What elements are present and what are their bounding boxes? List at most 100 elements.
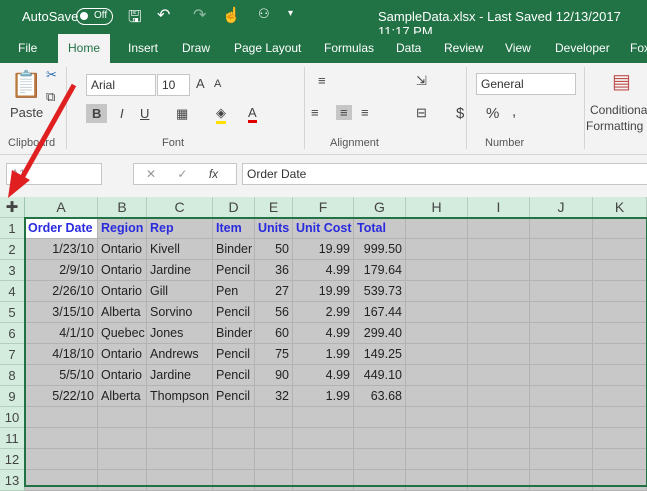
cell-H5[interactable] — [406, 302, 468, 323]
cell-J7[interactable] — [530, 344, 593, 365]
cell-A6[interactable]: 4/1/10 — [25, 323, 98, 344]
cell-H6[interactable] — [406, 323, 468, 344]
cell-C9[interactable]: Thompson — [147, 386, 213, 407]
cell-H12[interactable] — [406, 449, 468, 470]
cell-G10[interactable] — [354, 407, 406, 428]
cell-B1[interactable]: Region — [98, 218, 147, 239]
cell-E13[interactable] — [255, 470, 293, 491]
cell-G11[interactable] — [354, 428, 406, 449]
cell-F8[interactable]: 4.99 — [293, 365, 354, 386]
formula-input[interactable]: Order Date — [242, 163, 647, 185]
tab-view[interactable]: View — [505, 41, 531, 55]
align-top-icon[interactable]: ≡ — [318, 73, 326, 88]
tab-draw[interactable]: Draw — [182, 41, 210, 55]
cell-I2[interactable] — [468, 239, 530, 260]
row-header-9[interactable]: 9 — [0, 386, 25, 407]
cell-I13[interactable] — [468, 470, 530, 491]
cell-G7[interactable]: 149.25 — [354, 344, 406, 365]
cell-C2[interactable]: Kivell — [147, 239, 213, 260]
cell-F10[interactable] — [293, 407, 354, 428]
column-header-c[interactable]: C — [147, 197, 213, 218]
cell-F11[interactable] — [293, 428, 354, 449]
cell-K1[interactable] — [593, 218, 647, 239]
cell-F3[interactable]: 4.99 — [293, 260, 354, 281]
row-header-1[interactable]: 1 — [0, 218, 25, 239]
cell-B4[interactable]: Ontario — [98, 281, 147, 302]
cell-F13[interactable] — [293, 470, 354, 491]
cell-J9[interactable] — [530, 386, 593, 407]
cell-J1[interactable] — [530, 218, 593, 239]
currency-button[interactable]: $ — [456, 105, 464, 122]
cell-J4[interactable] — [530, 281, 593, 302]
column-header-b[interactable]: B — [98, 197, 147, 218]
cell-D9[interactable]: Pencil — [213, 386, 255, 407]
cell-A1[interactable]: Order Date — [25, 218, 98, 239]
align-right-icon[interactable]: ≡ — [361, 105, 369, 120]
cell-G8[interactable]: 449.10 — [354, 365, 406, 386]
cell-K2[interactable] — [593, 239, 647, 260]
cell-I5[interactable] — [468, 302, 530, 323]
cell-J10[interactable] — [530, 407, 593, 428]
percent-button[interactable]: % — [486, 105, 499, 122]
cell-F6[interactable]: 4.99 — [293, 323, 354, 344]
cell-F1[interactable]: Unit Cost — [293, 218, 354, 239]
cell-K3[interactable] — [593, 260, 647, 281]
tab-developer[interactable]: Developer — [555, 41, 610, 55]
cell-D10[interactable] — [213, 407, 255, 428]
cell-H1[interactable] — [406, 218, 468, 239]
cell-I7[interactable] — [468, 344, 530, 365]
font-color-icon[interactable]: A — [248, 105, 257, 123]
cell-A13[interactable] — [25, 470, 98, 491]
cell-A2[interactable]: 1/23/10 — [25, 239, 98, 260]
cell-G13[interactable] — [354, 470, 406, 491]
cell-J13[interactable] — [530, 470, 593, 491]
save-icon[interactable]: 🖫 — [128, 6, 142, 33]
cell-J12[interactable] — [530, 449, 593, 470]
cell-J11[interactable] — [530, 428, 593, 449]
cell-E5[interactable]: 56 — [255, 302, 293, 323]
cell-G4[interactable]: 539.73 — [354, 281, 406, 302]
cell-I8[interactable] — [468, 365, 530, 386]
cell-G2[interactable]: 999.50 — [354, 239, 406, 260]
conditional-formatting-icon[interactable]: ▤ — [612, 69, 631, 94]
cell-I6[interactable] — [468, 323, 530, 344]
enter-icon[interactable]: ✓ — [177, 167, 187, 181]
cell-C7[interactable]: Andrews — [147, 344, 213, 365]
cell-F12[interactable] — [293, 449, 354, 470]
cell-I1[interactable] — [468, 218, 530, 239]
align-left-icon[interactable]: ≡ — [311, 105, 319, 120]
row-header-8[interactable]: 8 — [0, 365, 25, 386]
cell-B6[interactable]: Quebec — [98, 323, 147, 344]
row-header-2[interactable]: 2 — [0, 239, 25, 260]
column-header-g[interactable]: G — [354, 197, 406, 218]
tab-data[interactable]: Data — [396, 41, 421, 55]
column-header-d[interactable]: D — [213, 197, 255, 218]
cell-D8[interactable]: Pencil — [213, 365, 255, 386]
cell-F2[interactable]: 19.99 — [293, 239, 354, 260]
cell-D2[interactable]: Binder — [213, 239, 255, 260]
cell-E10[interactable] — [255, 407, 293, 428]
cell-H2[interactable] — [406, 239, 468, 260]
cell-C6[interactable]: Jones — [147, 323, 213, 344]
tab-review[interactable]: Review — [444, 41, 483, 55]
cell-K10[interactable] — [593, 407, 647, 428]
cell-B5[interactable]: Alberta — [98, 302, 147, 323]
wrap-text-icon[interactable]: ⇲ — [416, 73, 427, 89]
cell-H9[interactable] — [406, 386, 468, 407]
cell-H4[interactable] — [406, 281, 468, 302]
cell-K13[interactable] — [593, 470, 647, 491]
cell-C1[interactable]: Rep — [147, 218, 213, 239]
cell-A3[interactable]: 2/9/10 — [25, 260, 98, 281]
formatting-label[interactable]: Formatting — [586, 119, 643, 133]
cell-J8[interactable] — [530, 365, 593, 386]
grow-font-icon[interactable]: A — [196, 76, 205, 91]
cell-C12[interactable] — [147, 449, 213, 470]
cell-D3[interactable]: Pencil — [213, 260, 255, 281]
tab-fox[interactable]: Fox — [630, 41, 647, 55]
column-header-h[interactable]: H — [406, 197, 468, 218]
column-header-i[interactable]: I — [468, 197, 530, 218]
cell-D13[interactable] — [213, 470, 255, 491]
column-header-j[interactable]: J — [530, 197, 593, 218]
cell-H13[interactable] — [406, 470, 468, 491]
tab-insert[interactable]: Insert — [128, 41, 158, 55]
